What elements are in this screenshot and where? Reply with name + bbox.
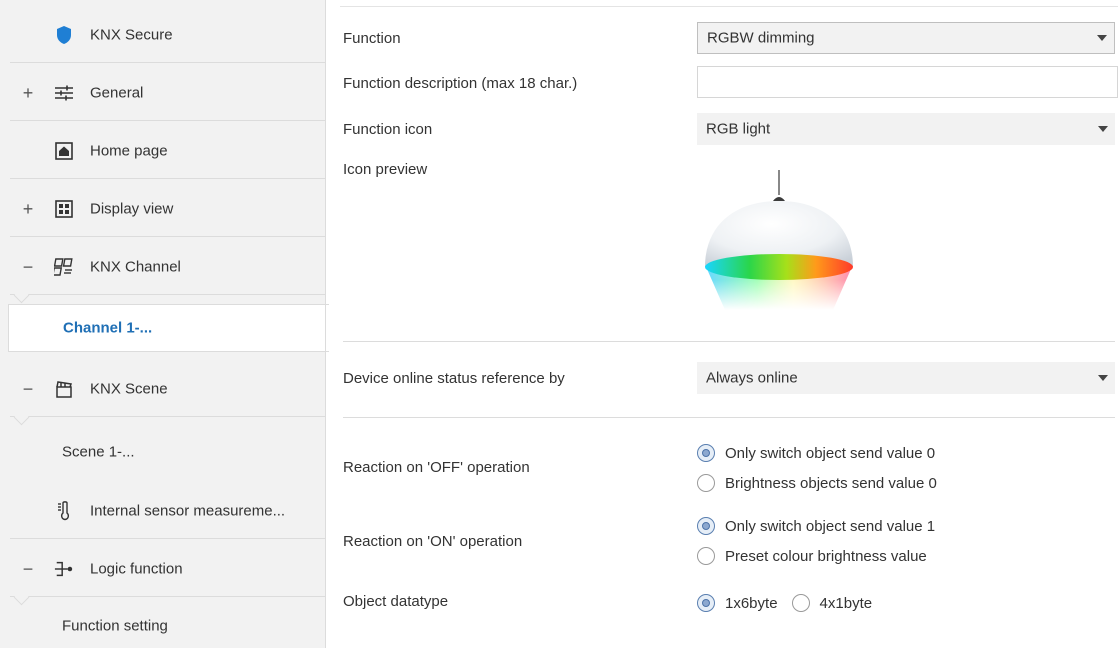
online-status-select-value: Always online — [706, 369, 798, 387]
function-icon-select-value: RGB light — [706, 120, 771, 138]
sidebar-item-scene-1[interactable]: Scene 1-... — [0, 423, 325, 480]
radio-button[interactable] — [697, 547, 715, 565]
chevron-down-icon — [1098, 126, 1108, 132]
function-icon-select[interactable]: RGB light — [697, 113, 1115, 145]
radio-button-checked[interactable] — [697, 444, 715, 462]
sidebar-item-label: Display view — [90, 200, 174, 217]
channel-icon — [54, 257, 74, 277]
radio-label: Preset colour brightness value — [725, 547, 927, 565]
chevron-down-icon — [1098, 375, 1108, 381]
thermometer-icon — [54, 500, 74, 521]
sidebar: KNX Secure + General Home page + Display… — [0, 0, 329, 648]
icon-preview-label: Icon preview — [343, 161, 428, 178]
sidebar-item-label: KNX Scene — [90, 380, 168, 397]
radio-option[interactable]: Brightness objects send value 0 — [697, 472, 937, 494]
reaction-on-label: Reaction on 'ON' operation — [343, 533, 523, 550]
sidebar-item-logic-function[interactable]: − Logic function — [0, 540, 325, 606]
divider — [343, 341, 1115, 342]
sidebar-item-label: Home page — [90, 142, 168, 159]
sidebar-item-label: Logic function — [90, 560, 183, 577]
radio-button[interactable] — [791, 594, 810, 612]
clapperboard-icon — [54, 379, 74, 399]
radio-button-checked[interactable] — [697, 594, 715, 612]
radio-label: Only switch object send value 1 — [725, 517, 936, 535]
grid-icon — [54, 199, 74, 219]
sidebar-item-label: General — [90, 84, 144, 101]
radio-option[interactable]: Only switch object send value 0 — [697, 442, 935, 464]
sidebar-item-label: Function setting — [62, 617, 168, 634]
radio-label: Brightness objects send value 0 — [725, 474, 937, 492]
chevron-down-icon — [1097, 35, 1107, 41]
function-description-input[interactable] — [697, 66, 1118, 98]
sidebar-item-knx-scene[interactable]: − KNX Scene — [0, 360, 325, 426]
sidebar-item-label: Scene 1-... — [62, 443, 135, 460]
radio-label: 4x1byte — [819, 594, 873, 612]
logic-icon — [54, 559, 74, 579]
function-description-label: Function description (max 18 char.) — [343, 75, 578, 92]
radio-option[interactable]: Preset colour brightness value — [697, 545, 927, 567]
rgb-pendant-lamp-icon — [695, 165, 855, 310]
sliders-icon — [54, 83, 74, 103]
sidebar-item-label: Channel 1-... — [63, 319, 153, 337]
divider — [343, 417, 1115, 418]
collapse-toggle[interactable]: − — [20, 258, 36, 276]
radio-option[interactable]: Only switch object send value 1 — [697, 515, 935, 537]
radio-button[interactable] — [697, 474, 715, 492]
function-label: Function — [343, 30, 401, 47]
sidebar-item-internal-sensor[interactable]: Internal sensor measureme... — [0, 482, 325, 539]
object-datatype-label: Object datatype — [343, 593, 449, 610]
sidebar-item-function-setting[interactable]: Function setting — [0, 603, 325, 648]
sidebar-item-knx-secure[interactable]: KNX Secure — [0, 6, 325, 63]
expand-toggle[interactable]: + — [20, 84, 36, 102]
sidebar-item-label: KNX Secure — [90, 26, 173, 43]
sidebar-item-home-page[interactable]: Home page — [0, 122, 325, 179]
function-select[interactable]: RGBW dimming — [697, 22, 1115, 54]
sidebar-item-knx-channel[interactable]: − KNX Channel — [0, 238, 325, 304]
online-status-select[interactable]: Always online — [697, 362, 1115, 394]
sidebar-item-label: Internal sensor measureme... — [90, 502, 286, 519]
reaction-off-label: Reaction on 'OFF' operation — [343, 459, 530, 476]
function-icon-label: Function icon — [343, 121, 433, 138]
collapse-toggle[interactable]: − — [20, 560, 36, 578]
shield-icon — [54, 25, 74, 45]
home-icon — [54, 141, 74, 161]
sidebar-item-channel-1[interactable]: Channel 1-... — [8, 304, 329, 352]
function-select-value: RGBW dimming — [707, 29, 815, 47]
radio-group-datatype: 1x6byte 4x1byte — [697, 592, 872, 614]
radio-label: Only switch object send value 0 — [725, 444, 936, 462]
radio-button-checked[interactable] — [697, 517, 715, 535]
expand-toggle[interactable]: + — [20, 200, 36, 218]
online-status-label: Device online status reference by — [343, 370, 565, 387]
radio-label: 1x6byte — [725, 594, 778, 612]
sidebar-item-general[interactable]: + General — [0, 64, 325, 121]
sidebar-item-label: KNX Channel — [90, 258, 181, 275]
collapse-toggle[interactable]: − — [20, 380, 36, 398]
sidebar-item-display-view[interactable]: + Display view — [0, 180, 325, 237]
